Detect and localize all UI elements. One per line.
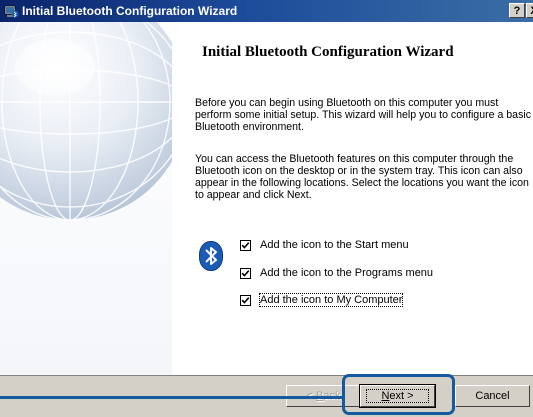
my-computer-checkbox[interactable]	[240, 294, 251, 306]
option-start-menu[interactable]: Add the icon to the Start menu	[240, 237, 409, 253]
globe-banner	[0, 22, 172, 375]
start-menu-checkbox[interactable]	[240, 239, 251, 251]
wizard-window: Initial Bluetooth Configuration Wizard ?…	[0, 0, 533, 417]
my-computer-label: Add the icon to My Computer	[258, 293, 404, 307]
window-title: Initial Bluetooth Configuration Wizard	[22, 4, 238, 18]
programs-menu-label: Add the icon to the Programs menu	[260, 267, 434, 279]
locations-paragraph: You can access the Bluetooth features on…	[195, 153, 529, 201]
bluetooth-computer-icon	[3, 3, 19, 19]
title-bar[interactable]: Initial Bluetooth Configuration Wizard ?…	[0, 0, 533, 22]
option-programs-menu[interactable]: Add the icon to the Programs menu	[240, 265, 433, 281]
close-button[interactable]: X	[526, 3, 533, 18]
callout-highlight-box	[342, 374, 455, 415]
callout-pointer-line	[0, 396, 342, 399]
wizard-heading: Initial Bluetooth Configuration Wizard	[202, 44, 454, 60]
intro-paragraph: Before you can begin using Bluetooth on …	[195, 97, 532, 133]
wizard-content: Initial Bluetooth Configuration Wizard B…	[172, 22, 533, 375]
bluetooth-icon	[199, 241, 223, 271]
cancel-button[interactable]: Cancel	[455, 385, 530, 407]
help-button[interactable]: ?	[509, 3, 525, 18]
option-my-computer[interactable]: Add the icon to My Computer	[240, 292, 404, 308]
start-menu-label: Add the icon to the Start menu	[260, 239, 409, 251]
programs-menu-checkbox[interactable]	[240, 267, 251, 279]
